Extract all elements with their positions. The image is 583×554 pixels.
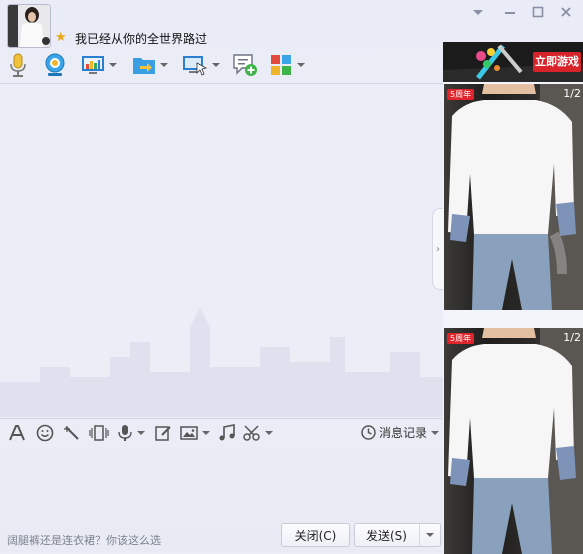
collapse-sidebar-handle[interactable]: › [432,208,443,290]
close-icon[interactable] [556,6,576,22]
video-call-button[interactable] [43,52,67,78]
product-photo[interactable]: 5周年 1/2 [444,84,583,310]
message-input[interactable] [0,447,443,519]
font-icon [9,425,25,441]
edit-icon [155,426,171,441]
game-ad-banner[interactable]: 立即游戏 [443,42,583,82]
magic-button[interactable] [63,423,81,443]
clock-icon [361,425,376,440]
model-photo-image [448,328,583,554]
screenshot-button[interactable] [243,423,273,443]
webcam-icon [45,53,65,76]
edit-button[interactable] [154,423,172,443]
close-button-label: 关闭(C) [294,528,337,543]
remote-desktop-icon [183,56,208,76]
contact-name: 我已经从你的全世界路过 [75,32,208,46]
ad-hint-link[interactable]: 阔腿裤还是连衣裙？你该这么选 [7,532,161,548]
chevron-right-icon: › [436,243,440,255]
screen-share-icon [82,56,104,74]
emoji-button[interactable] [36,423,54,443]
history-label: 消息记录 [378,426,427,440]
ad-panel: 立即游戏 5周年 1/2 5周年 1/2 [443,42,583,554]
page-indicator: 1/2 [563,331,581,344]
chevron-down-icon [202,431,210,435]
music-note-icon [219,424,235,441]
city-watermark [0,307,443,417]
scissors-icon [243,425,260,441]
anniversary-badge: 5周年 [447,89,475,100]
microphone-icon [118,425,132,441]
minimize-icon[interactable] [500,6,520,22]
font-button[interactable] [8,423,26,443]
play-now-button[interactable]: 立即游戏 [533,52,581,72]
shake-button[interactable] [89,423,109,443]
smiley-icon [36,424,54,442]
model-photo-image [448,84,583,310]
send-button[interactable]: 发送(S) [354,523,441,547]
input-toolbar: 消息记录 [0,418,443,447]
vibrate-icon [89,425,109,441]
send-button-label: 发送(S) [366,528,407,543]
remote-assist-button[interactable] [182,52,220,78]
screen-share-button[interactable] [81,52,117,78]
magic-wand-icon [64,426,79,440]
send-options-dropdown[interactable] [419,524,440,546]
apps-grid-icon [271,55,291,75]
anniversary-badge: 5周年 [447,333,475,344]
chevron-down-icon [109,63,117,67]
image-icon [180,426,198,440]
chevron-down-icon [431,430,439,435]
music-button[interactable] [218,423,236,443]
chevron-down-icon [137,431,145,435]
chat-add-icon [233,54,257,76]
image-button[interactable] [180,423,210,443]
chevron-down-icon [160,63,168,67]
close-button[interactable]: 关闭(C) [281,523,350,547]
maximize-icon[interactable] [528,6,548,22]
microphone-icon [10,53,26,77]
chevron-down-icon[interactable] [468,6,488,22]
avatar[interactable] [7,4,51,48]
send-file-button[interactable] [132,52,168,78]
message-history-button[interactable]: 消息记录 [361,424,439,441]
star-icon: ★ [55,30,67,45]
apps-button[interactable] [269,52,305,78]
chevron-down-icon [265,431,273,435]
chevron-down-icon [212,63,220,67]
new-chat-button[interactable] [232,52,258,78]
chevron-down-icon [297,63,305,67]
file-transfer-icon [133,58,155,74]
voice-call-button[interactable] [8,52,28,78]
voice-message-button[interactable] [117,423,145,443]
page-indicator: 1/2 [563,87,581,100]
product-photo[interactable]: 5周年 1/2 [444,328,583,554]
chat-window: ★ 我已经从你的全世界路过 消息记录 阔腿裤还是连衣裙？你该这么选 关闭(C) … [0,0,583,554]
message-history[interactable] [0,84,443,417]
